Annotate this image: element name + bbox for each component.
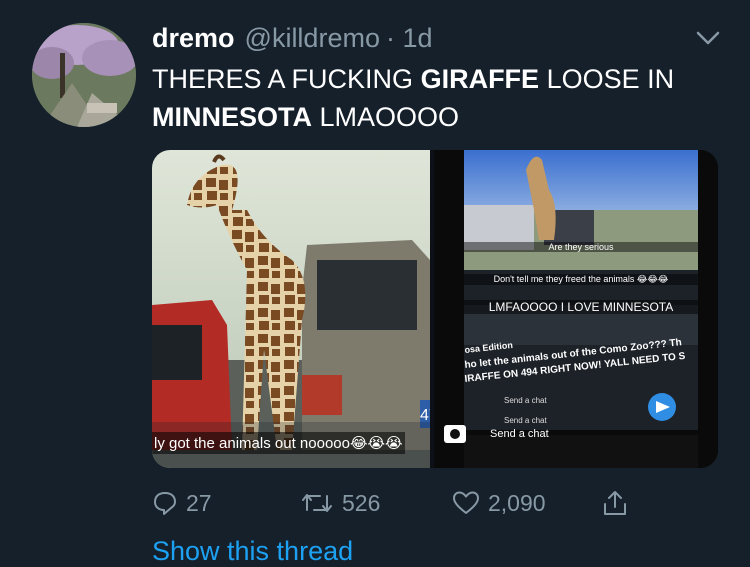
timestamp[interactable]: · 1d xyxy=(386,22,433,54)
retweet-icon xyxy=(302,494,332,512)
reply-button[interactable]: 27 xyxy=(152,485,212,521)
text-part-bold: GIRAFFE xyxy=(420,64,540,94)
media-image-right[interactable]: Are they serious Don't tell me they free… xyxy=(434,150,718,468)
avatar-photo xyxy=(32,23,136,127)
avatar[interactable] xyxy=(32,23,136,127)
caption-love-mn: LMFAOOOO I LOVE MINNESOTA xyxy=(464,300,698,314)
caption-dont-tell-me: Don't tell me they freed the animals 😂😂😂 xyxy=(464,274,698,285)
tweet-header: dremo @killdremo · 1d xyxy=(152,22,433,54)
text-part: LOOSE IN xyxy=(539,64,675,94)
retweet-button[interactable]: 526 xyxy=(300,485,380,521)
media-image-left[interactable]: 47 ly got the animals out nooooo😂😭😭 xyxy=(152,150,430,468)
share-button[interactable] xyxy=(602,485,628,521)
media-grid: 47 ly got the animals out nooooo😂😭😭 xyxy=(152,150,718,468)
retweet-count: 526 xyxy=(342,489,381,516)
reply-count: 27 xyxy=(186,489,212,516)
giraffe-photo: 47 xyxy=(152,150,430,468)
send-chat[interactable]: Send a chat xyxy=(490,428,549,440)
tweet-text: THERES A FUCKING GIRAFFE LOOSE IN MINNES… xyxy=(152,60,732,136)
text-part: LMAOOOO xyxy=(312,102,460,132)
share-icon xyxy=(604,491,626,515)
send-chat-small: Send a chat xyxy=(504,396,547,405)
like-count: 2,090 xyxy=(488,489,546,516)
text-part-bold: MINNESOTA xyxy=(152,102,312,132)
left-caption: ly got the animals out nooooo😂😭😭 xyxy=(152,432,405,454)
user-handle[interactable]: @killdremo xyxy=(245,22,380,54)
chevron-down-icon[interactable] xyxy=(696,30,720,46)
license-plate: 47 xyxy=(420,407,430,424)
like-icon xyxy=(453,491,479,514)
text-part: THERES A FUCKING xyxy=(152,64,421,94)
display-name[interactable]: dremo xyxy=(152,22,235,54)
reply-icon xyxy=(154,492,176,515)
like-button[interactable]: 2,090 xyxy=(452,485,546,521)
send-chat-small-2: Send a chat xyxy=(504,416,547,425)
show-thread-link[interactable]: Show this thread xyxy=(152,536,353,567)
tweet-actions: 27 526 2,090 xyxy=(152,485,712,521)
caption-are-they-serious: Are they serious xyxy=(464,242,698,252)
